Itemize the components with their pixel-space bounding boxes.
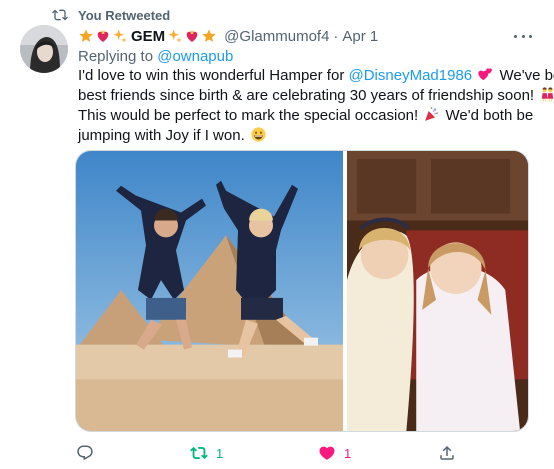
retweet-button[interactable]: 1: [190, 443, 223, 463]
avatar[interactable]: [20, 25, 68, 73]
tweet-actions: 1 1: [74, 443, 464, 463]
tweet-text-line-4: jumping with Joy if I won.: [78, 126, 538, 146]
separator-dot: ·: [333, 27, 339, 45]
retweet-icon: [52, 9, 68, 21]
star-icon: [79, 29, 93, 42]
more-options-button[interactable]: [514, 28, 532, 44]
retweet-count: 1: [216, 445, 224, 461]
tweet-text-segment: I'd love to win this wonderful Hamper fo…: [78, 67, 345, 84]
tweet-text-segment: jumping with Joy if I won.: [78, 127, 245, 144]
tweet-media[interactable]: [75, 150, 529, 432]
heart-with-ribbon-icon: [186, 30, 198, 42]
user-handle[interactable]: @Glammumof4: [224, 28, 329, 45]
tweet-timestamp[interactable]: Apr 1: [342, 28, 378, 45]
two-girls-icon: [542, 87, 554, 102]
tweet-mention[interactable]: @DisneyMad1986: [349, 67, 473, 84]
two-hearts-icon: [478, 68, 493, 81]
display-name[interactable]: GEM: [131, 28, 165, 45]
star-icon: [202, 29, 216, 42]
tweet-text-line-1: I'd love to win this wonderful Hamper fo…: [78, 66, 554, 86]
reply-button[interactable]: [76, 443, 102, 463]
jumping-pyramids-photo[interactable]: [76, 151, 343, 431]
share-icon: [440, 445, 454, 460]
tweet-text-line-3: This would be perfect to mark the specia…: [78, 106, 538, 126]
like-count: 1: [344, 445, 352, 461]
retweet-context-label: You Retweeted: [78, 7, 171, 23]
tweet-text-segment: This would be perfect to mark the specia…: [78, 107, 419, 124]
tweet-text-line-2: best friends since birth & are celebrati…: [78, 86, 554, 106]
name-emojis-before: [78, 28, 129, 44]
retweet-context: You Retweeted: [52, 6, 170, 24]
share-button[interactable]: [438, 443, 456, 463]
replying-to-mention[interactable]: @ownapub: [157, 48, 233, 65]
heart-icon: [319, 446, 335, 460]
grinning-face-icon: [251, 127, 266, 142]
tweet-text-segment: We'd both be: [445, 107, 534, 124]
like-button[interactable]: 1: [318, 443, 351, 463]
name-emojis-after: [167, 28, 218, 44]
tweet-header: GEM @Glammumof4 · Apr 1: [78, 26, 514, 46]
reply-icon: [77, 445, 93, 461]
tweet-text: I'd love to win this wonderful Hamper fo…: [78, 66, 554, 146]
more-dot-icon: [514, 34, 517, 38]
party-popper-icon: [425, 107, 439, 121]
more-dot-icon: [529, 34, 532, 38]
sparkles-icon: [168, 29, 182, 43]
retweet-icon: [190, 446, 208, 460]
sparkles-icon: [113, 29, 127, 43]
more-dot-icon: [521, 34, 525, 38]
tweet-text-segment: best friends since birth & are celebrati…: [78, 87, 535, 104]
heart-with-ribbon-icon: [97, 30, 109, 42]
tweet-text-segment: We've been: [499, 67, 554, 84]
childhood-friends-photo[interactable]: [347, 151, 528, 431]
replying-to-label: Replying to: [78, 48, 154, 65]
replying-to: Replying to @ownapub: [78, 48, 233, 65]
